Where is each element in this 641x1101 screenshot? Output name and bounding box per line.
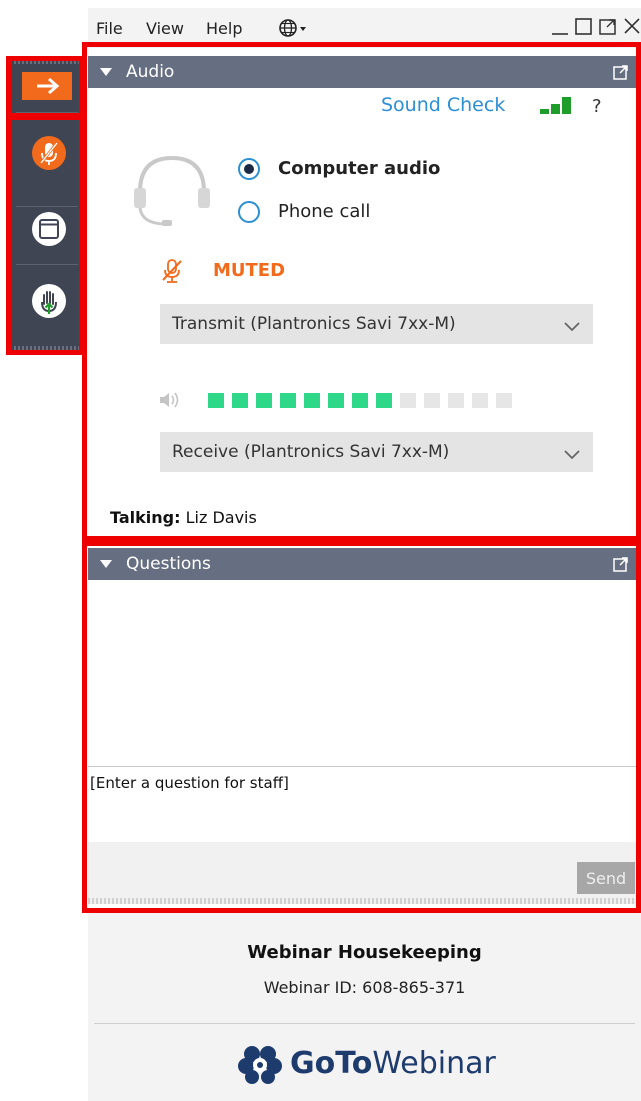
volume-meter-segment — [496, 393, 512, 408]
collapse-triangle-icon[interactable] — [100, 560, 112, 568]
transmit-device-select[interactable]: Transmit (Plantronics Savi 7xx-M) — [160, 304, 593, 344]
receive-device-value: Receive (Plantronics Savi 7xx-M) — [172, 442, 450, 462]
restore-icon[interactable] — [598, 14, 618, 42]
receive-device-select[interactable]: Receive (Plantronics Savi 7xx-M) — [160, 432, 593, 472]
help-icon[interactable]: ? — [592, 96, 602, 117]
mic-muted-icon — [39, 142, 59, 165]
computer-audio-label: Computer audio — [278, 158, 441, 179]
sound-check-link[interactable]: Sound Check — [381, 94, 505, 116]
questions-footer: Send — [88, 842, 641, 904]
rail-divider — [16, 112, 78, 113]
volume-meter-segment — [208, 393, 224, 408]
phone-call-radio[interactable] — [238, 201, 260, 223]
questions-log[interactable] — [88, 580, 641, 766]
talking-indicator: Talking: Liz Davis — [110, 508, 257, 527]
volume-meter-segment — [256, 393, 272, 408]
brand-goto: GoTo — [290, 1046, 373, 1081]
mic-muted-icon — [160, 258, 184, 288]
chevron-down-icon — [563, 446, 581, 465]
webinar-title: Webinar Housekeeping — [247, 942, 482, 963]
send-button[interactable]: Send — [577, 862, 635, 894]
talking-label: Talking: — [110, 508, 181, 527]
question-input[interactable]: [Enter a question for staff] — [88, 770, 628, 838]
questions-panel-header[interactable]: Questions — [88, 548, 641, 580]
volume-meter-segment — [376, 393, 392, 408]
phone-call-label: Phone call — [278, 201, 371, 222]
menu-view[interactable]: View — [146, 19, 184, 38]
transmit-device-value: Transmit (Plantronics Savi 7xx-M) — [172, 314, 456, 334]
gotowebinar-flower-icon — [238, 1046, 282, 1084]
raise-hand-icon — [41, 291, 57, 314]
minimize-icon[interactable] — [550, 14, 570, 42]
maximize-icon[interactable] — [574, 14, 594, 42]
volume-meter-segment — [424, 393, 440, 408]
questions-panel-title: Questions — [126, 554, 211, 574]
control-rail — [10, 58, 84, 352]
raise-hand-button[interactable] — [32, 284, 66, 318]
mute-toggle-button[interactable] — [32, 136, 66, 170]
language-globe-icon[interactable] — [278, 17, 308, 43]
menu-bar: File View Help — [88, 8, 641, 48]
rail-grip-top[interactable] — [14, 60, 80, 64]
audio-panel-title: Audio — [126, 62, 175, 82]
popout-icon[interactable] — [613, 556, 629, 576]
volume-meter-segment — [448, 393, 464, 408]
close-icon[interactable] — [622, 14, 641, 42]
signal-strength-icon — [540, 96, 574, 120]
audio-panel: Sound Check ? Computer audio Phone call — [88, 88, 641, 530]
chevron-down-icon — [563, 318, 581, 337]
footer-divider — [94, 1023, 635, 1024]
rail-grip-bottom[interactable] — [14, 346, 80, 350]
volume-meter-segment — [472, 393, 488, 408]
popout-icon[interactable] — [613, 64, 629, 84]
talking-name: Liz Davis — [185, 508, 257, 527]
collapse-triangle-icon[interactable] — [100, 68, 112, 76]
volume-meter-segment — [304, 393, 320, 408]
window-icon — [39, 219, 59, 239]
screen-view-button[interactable] — [32, 212, 66, 246]
brand-webinar: Webinar — [372, 1046, 496, 1081]
gotowebinar-wordmark: GoToWebinar — [290, 1046, 496, 1081]
webinar-id: Webinar ID: 608-865-371 — [263, 978, 466, 997]
rail-divider — [16, 264, 78, 265]
collapse-panel-button[interactable] — [22, 72, 72, 100]
volume-meter-segment — [232, 393, 248, 408]
headset-icon — [132, 148, 212, 232]
webinar-footer: Webinar Housekeeping Webinar ID: 608-865… — [88, 912, 641, 1101]
questions-panel: [Enter a question for staff] Send — [88, 580, 641, 904]
arrow-right-icon — [37, 77, 60, 95]
speaker-volume-icon — [158, 390, 184, 414]
volume-meter-segment — [400, 393, 416, 408]
menu-help[interactable]: Help — [206, 19, 242, 38]
questions-divider — [88, 766, 641, 767]
volume-meter-segment — [352, 393, 368, 408]
rail-divider — [16, 206, 78, 207]
mute-status: MUTED — [213, 260, 286, 281]
volume-meter-segment — [280, 393, 296, 408]
volume-meter-segment — [328, 393, 344, 408]
menu-file[interactable]: File — [96, 19, 123, 38]
resize-grip[interactable] — [88, 898, 641, 904]
audio-panel-header[interactable]: Audio — [88, 56, 641, 88]
computer-audio-radio[interactable] — [238, 158, 260, 180]
